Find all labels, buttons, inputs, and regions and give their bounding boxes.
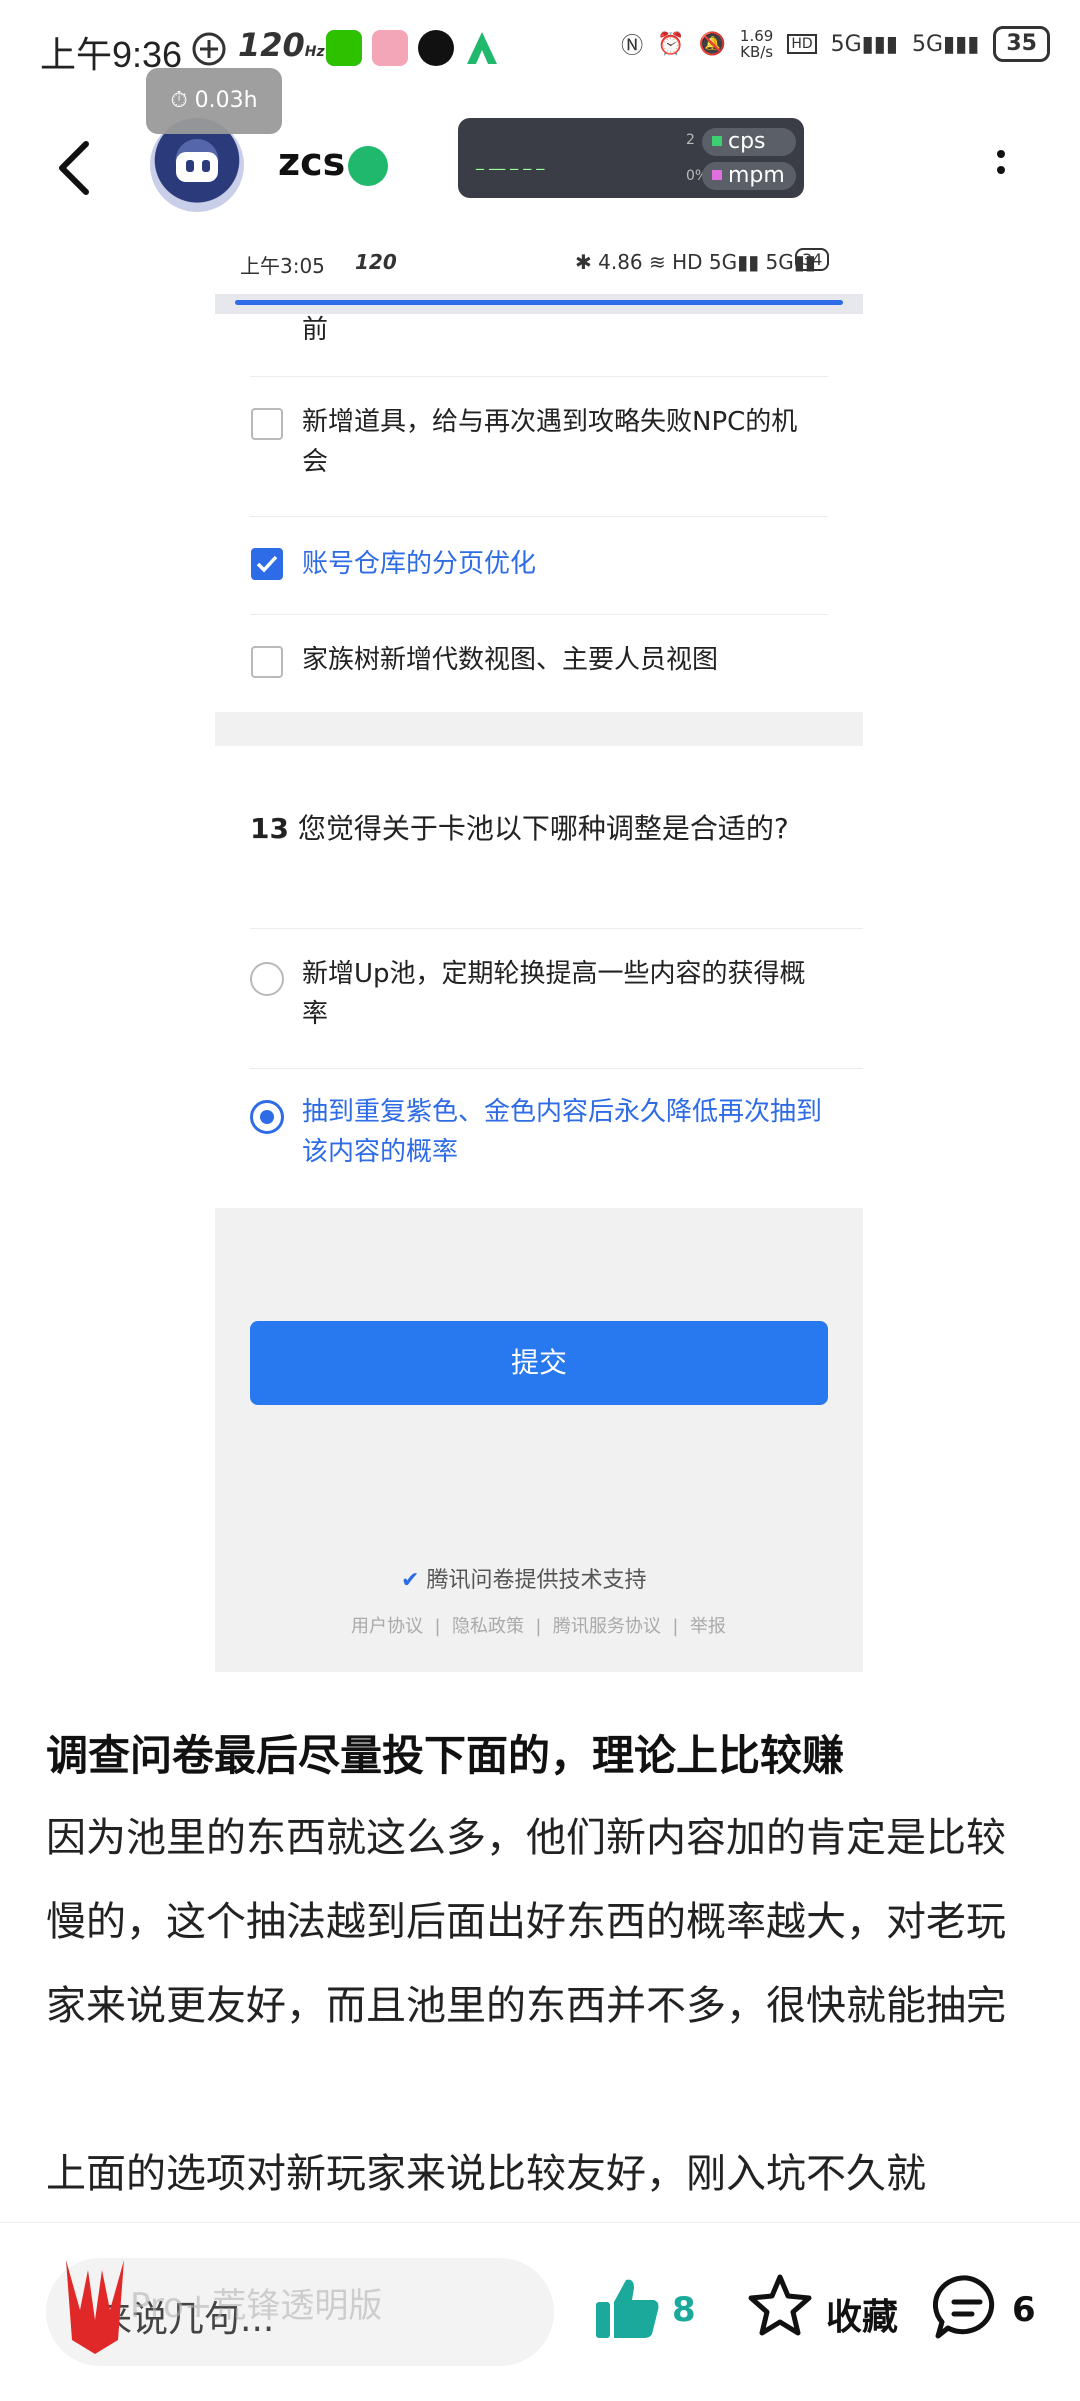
network-speed: 1.69 KB/s [739,27,774,61]
embedded-status-icons: ✱ 4.86 ≋ HD 5G▮▮ 5G▮▮ [575,250,816,274]
embedded-battery: 34 [795,248,830,271]
game-badge-icon [348,146,388,186]
check-icon [256,555,278,573]
divider [250,1068,863,1069]
wechat-icon [326,30,362,66]
like-count: 8 [672,2290,696,2330]
partial-option-text: 前 [302,315,329,345]
avatar-face [176,152,218,182]
question-13-title: 13 您觉得关于卡池以下哪种调整是合适的? [250,812,789,845]
option-checkbox-checked[interactable] [251,548,283,580]
hd-icon: HD [787,34,817,54]
comment-count: 6 [1012,2290,1036,2330]
avatar-eye [186,160,194,172]
option-radio-selected[interactable] [250,1100,284,1134]
section-gap [215,712,863,746]
cps-value: 2 [686,132,695,148]
option-label[interactable]: 家族树新增代数视图、主要人员视图 [302,640,718,680]
battery-indicator: 35 [993,26,1050,62]
option-label-selected[interactable]: 抽到重复紫色、金色内容后永久降低再次抽到该内容的概率 [302,1092,822,1172]
embedded-status-bar: 上午3:05 120 ✱ 4.86 ≋ HD 5G▮▮ 5G▮▮ 34 [215,236,863,294]
mpm-pill: mpm [702,162,796,190]
article-heading: 调查问卷最后尽量投下面的，理论上比较赚 [46,1731,845,1780]
signal-icon-1: 5G▮▮▮ [830,31,898,57]
option-checkbox[interactable] [251,646,283,678]
avatar-eye [202,160,210,172]
favorite-label[interactable]: 收藏 [826,2288,898,2340]
cps-pill: cps [702,128,796,156]
mute-icon: 🔕 [698,31,726,57]
refresh-rate: 120Hz [238,26,325,64]
form-footer [215,1208,863,1672]
article-paragraph: 因为池里的东西就这么多，他们新内容加的肯定是比较慢的，这个抽法越到后面出好东西的… [46,1815,1006,2029]
option-label-selected[interactable]: 账号仓库的分页优化 [302,544,536,584]
divider [250,376,828,377]
embedded-status-time: 上午3:05 [240,254,325,278]
divider [250,928,863,929]
divider [250,516,828,517]
app-avatar-icon [372,30,408,66]
more-icon[interactable] [994,146,1008,186]
nfc-icon: Ⓝ [621,34,644,59]
qq-icon [418,30,454,66]
app-a-icon [467,32,497,64]
cps-graph: ‾ ‾‾ ‾ ‾ ‾ [476,166,545,185]
back-icon[interactable] [50,138,100,198]
username[interactable]: zcs [278,140,345,184]
divider [250,614,828,615]
article-paragraph-2: 上面的选项对新玩家来说比较友好，刚入坑不久就 [46,2151,926,2197]
option-label[interactable]: 新增Up池，定期轮换提高一些内容的获得概率 [302,954,822,1034]
link-service[interactable]: 腾讯服务协议 [553,1616,661,1637]
option-checkbox[interactable] [251,408,283,440]
comment-icon[interactable] [932,2272,1002,2342]
footer-links: 用户协议 | 隐私政策 | 腾讯服务协议 | 举报 [351,1616,726,1637]
sync-icon [192,32,226,66]
timer-badge: ⏱ 0.03h [146,68,282,134]
option-label[interactable]: 新增道具，给与再次遇到攻略失败NPC的机会 [302,402,802,482]
brand-logo-icon [66,2260,124,2354]
embedded-survey-image: 上午3:05 120 ✱ 4.86 ≋ HD 5G▮▮ 5G▮▮ 34 前 新增… [215,236,863,1672]
favorite-star-icon[interactable] [746,2272,814,2340]
link-report[interactable]: 举报 [690,1616,726,1637]
alarm-icon: ⏰ [657,31,685,57]
embedded-refresh: 120 [355,250,397,274]
survey-progress-bar [235,300,843,305]
check-logo-icon: ✔ [401,1568,420,1593]
tech-support: ✔ 腾讯问卷提供技术支持 [401,1568,647,1593]
link-privacy[interactable]: 隐私政策 [452,1616,524,1637]
cps-overlay: ‾ ‾‾ ‾ ‾ ‾ 2 0% cps mpm [458,118,804,198]
status-right: Ⓝ ⏰ 🔕 1.69 KB/s HD 5G▮▮▮ 5G▮▮▮ 35 [621,26,1050,62]
like-icon[interactable] [592,2272,664,2344]
device-watermark: Pro+荒锋透明版 [130,2286,383,2326]
option-radio[interactable] [250,962,284,996]
signal-icon-2: 5G▮▮▮ [912,31,980,57]
link-user-agreement[interactable]: 用户协议 [351,1616,423,1637]
submit-button[interactable]: 提交 [250,1321,828,1405]
